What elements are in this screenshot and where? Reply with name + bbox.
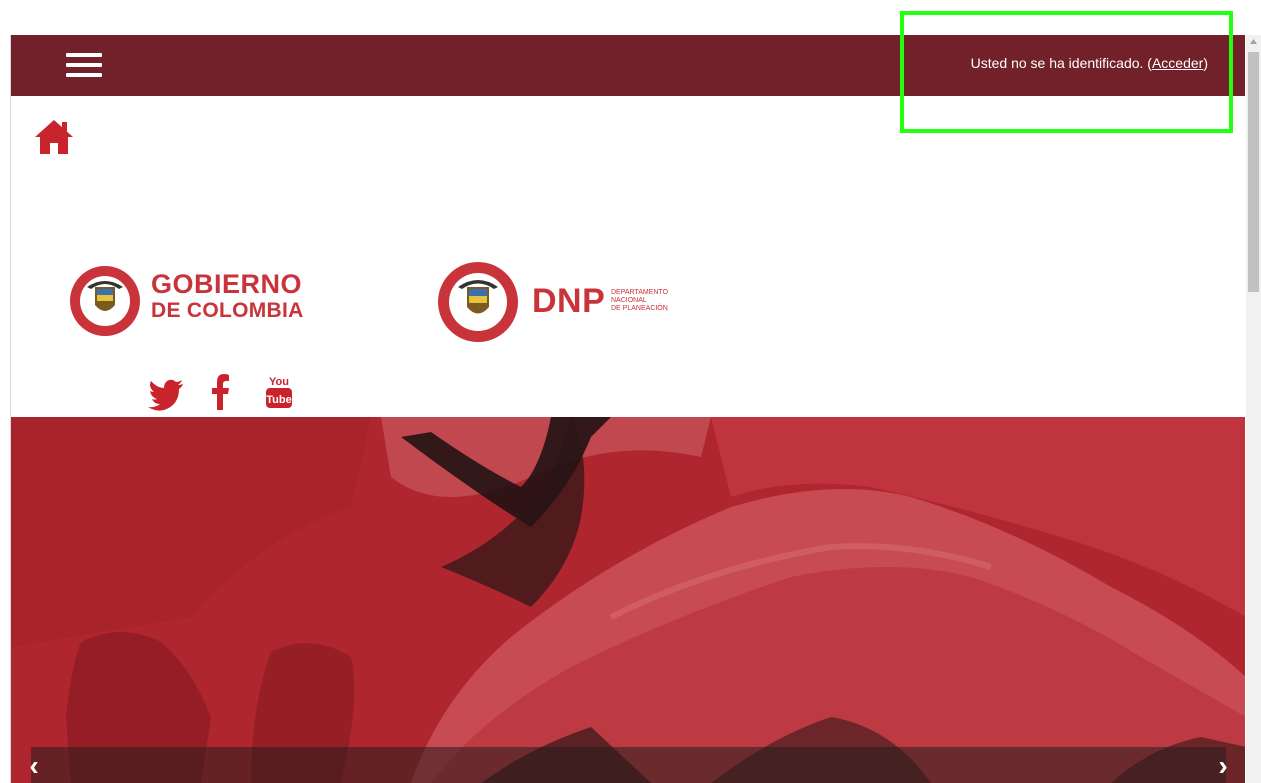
login-link[interactable]: Acceder — [1152, 55, 1203, 71]
site-frame: Usted no se ha identificado. (Acceder) G… — [10, 35, 1245, 783]
dnp-name-line3: DE PLANEACIÓN — [611, 305, 668, 312]
carousel-next-button[interactable]: › — [1208, 749, 1238, 783]
youtube-bottom-text: Tube — [266, 394, 291, 406]
colombia-seal-icon — [70, 266, 140, 336]
page: Usted no se ha identificado. (Acceder) G… — [0, 0, 1261, 783]
dnp-full-name: DEPARTAMENTO NACIONAL DE PLANEACIÓN — [611, 289, 668, 313]
dnp-logo: DNP DEPARTAMENTO NACIONAL DE PLANEACIÓN — [436, 261, 696, 343]
dnp-name-line2: NACIONAL — [611, 297, 647, 304]
paren-close: ) — [1203, 55, 1208, 71]
twitter-icon[interactable] — [147, 372, 185, 412]
gobierno-de-colombia-logo: GOBIERNO DE COLOMBIA — [69, 265, 339, 337]
hero-carousel: ‹ › — [11, 417, 1245, 783]
carousel-caption-bar — [31, 747, 1226, 783]
home-icon[interactable] — [33, 118, 75, 156]
dnp-acronym: DNP — [532, 282, 606, 320]
carousel-prev-button[interactable]: ‹ — [19, 749, 49, 783]
scroll-up-arrow-icon[interactable] — [1246, 35, 1261, 50]
top-navbar: Usted no se ha identificado. (Acceder) — [11, 35, 1245, 96]
scrollbar-thumb[interactable] — [1248, 52, 1259, 292]
youtube-icon[interactable]: You Tube — [263, 372, 295, 412]
gobierno-title: GOBIERNO — [151, 269, 303, 299]
de-colombia-subtitle: DE COLOMBIA — [151, 299, 304, 322]
facebook-icon[interactable] — [208, 372, 232, 412]
dnp-seal-icon — [438, 262, 518, 342]
youtube-top-text: You — [269, 376, 289, 388]
login-status-text: Usted no se ha identificado. — [970, 55, 1144, 71]
hamburger-menu-icon[interactable] — [66, 51, 102, 79]
hero-hands-image — [11, 417, 1245, 783]
login-info: Usted no se ha identificado. (Acceder) — [971, 54, 1208, 72]
vertical-scrollbar[interactable] — [1246, 35, 1261, 783]
dnp-name-line1: DEPARTAMENTO — [611, 289, 669, 296]
